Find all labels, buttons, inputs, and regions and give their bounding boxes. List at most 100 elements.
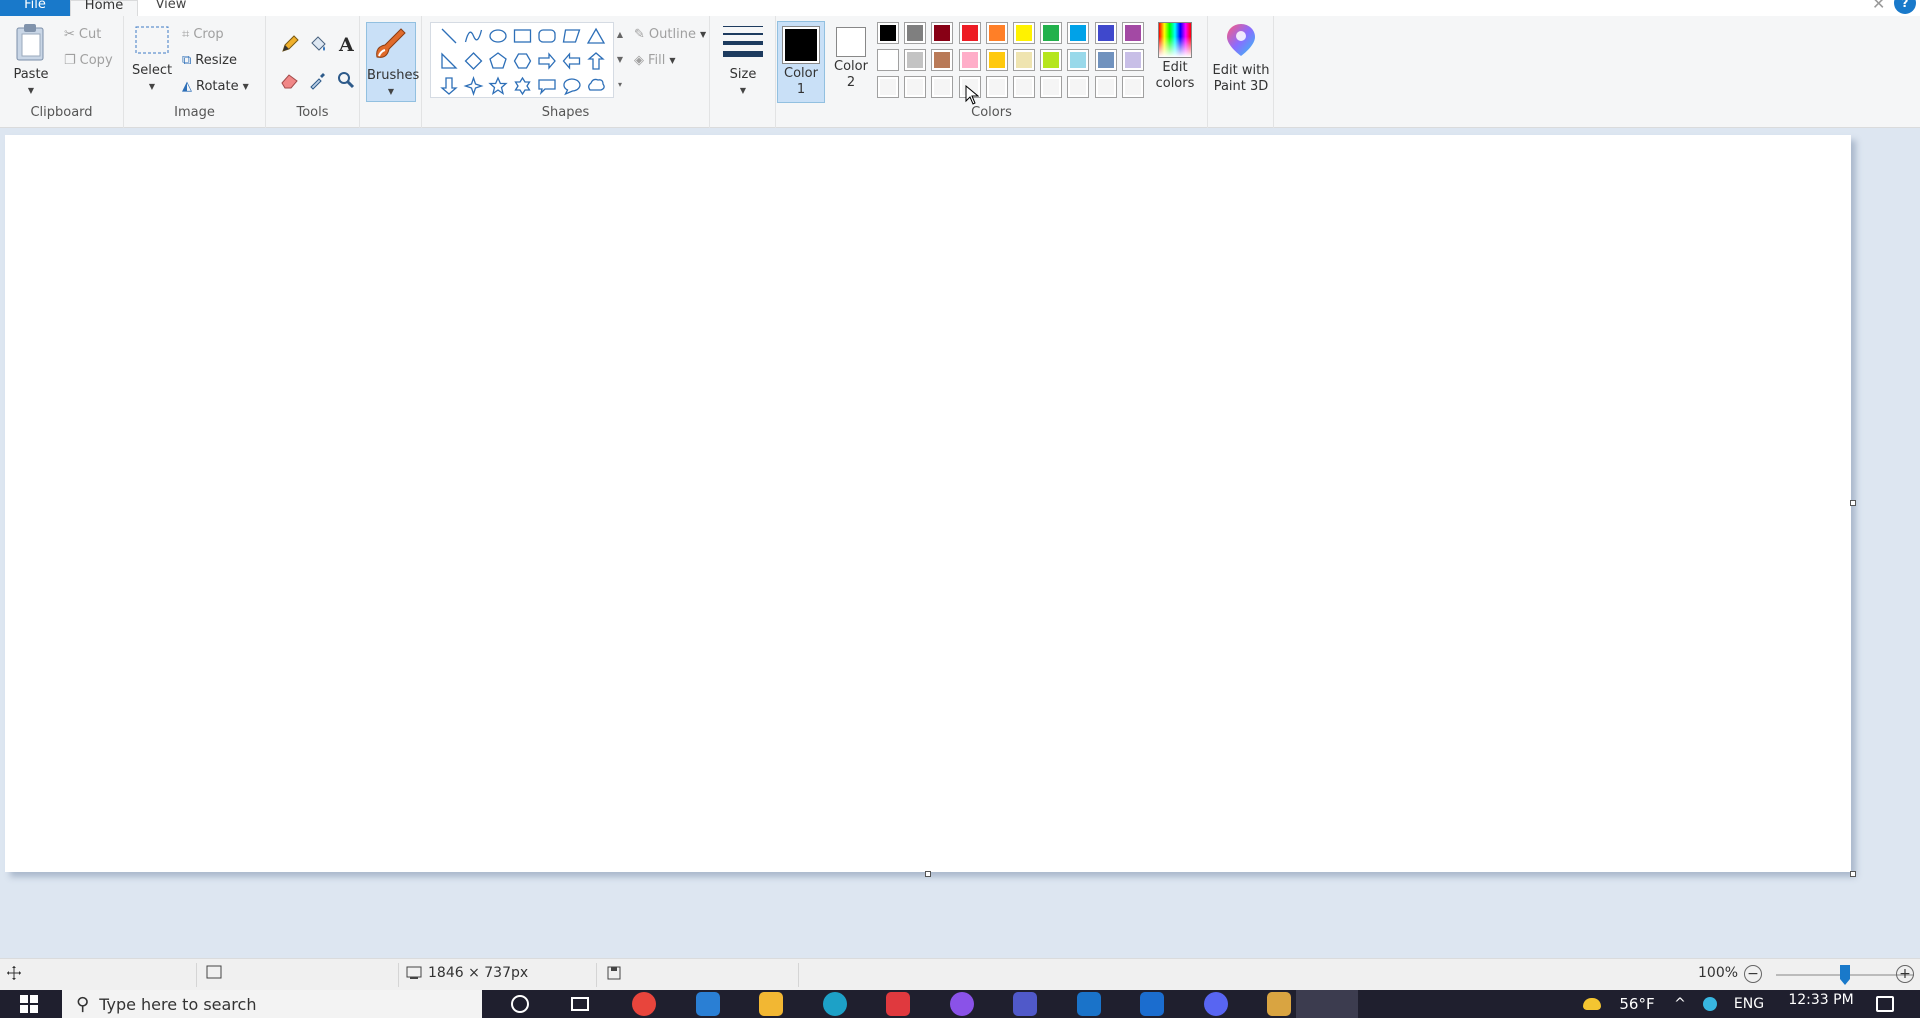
palette-swatch[interactable] (1013, 49, 1035, 71)
pentagon-shape-icon[interactable] (489, 52, 507, 69)
rectangle-shape-icon[interactable] (513, 29, 532, 43)
tray-app-icon[interactable] (1698, 990, 1722, 1018)
text-icon[interactable]: A (336, 34, 356, 54)
pencil-icon[interactable] (280, 34, 300, 54)
magnifier-icon[interactable] (336, 70, 356, 90)
paste-button[interactable]: Paste ▼ (8, 22, 54, 99)
language-indicator[interactable]: ENG (1726, 990, 1772, 1018)
palette-swatch[interactable] (1067, 76, 1090, 98)
resize-button[interactable]: ⧉ Resize (182, 50, 237, 70)
tab-view[interactable]: View (140, 0, 202, 16)
color-picker-icon[interactable] (308, 70, 328, 90)
palette-swatch[interactable] (985, 49, 1008, 71)
shapes-gallery-scroll[interactable]: ▲ ▼ ▾ (614, 22, 626, 98)
cortana-icon[interactable] (504, 990, 536, 1018)
six-point-star-shape-icon[interactable] (514, 76, 531, 96)
palette-swatch[interactable] (1094, 76, 1117, 98)
oval-callout-shape-icon[interactable] (563, 78, 581, 96)
store-icon[interactable] (1071, 990, 1107, 1018)
outline-button[interactable]: ✎ Outline ▼ (634, 24, 706, 44)
line-shape-icon[interactable] (441, 28, 457, 44)
left-arrow-shape-icon[interactable] (562, 52, 581, 70)
rounded-callout-shape-icon[interactable] (538, 79, 556, 96)
palette-swatch[interactable] (931, 49, 954, 71)
palette-swatch[interactable] (985, 22, 1008, 44)
canvas-resize-handle-bottom[interactable] (925, 871, 931, 877)
copy-button[interactable]: ❐ Copy (64, 50, 113, 70)
palette-swatch[interactable] (1013, 22, 1035, 44)
palette-swatch[interactable] (985, 76, 1008, 98)
crop-button[interactable]: ⌗ Crop (182, 24, 224, 44)
palette-swatch[interactable] (877, 76, 899, 98)
palette-swatch[interactable] (958, 49, 981, 71)
edge-icon[interactable] (817, 990, 853, 1018)
palette-swatch[interactable] (904, 49, 927, 71)
palette-swatch[interactable] (877, 22, 899, 44)
cloud-callout-shape-icon[interactable] (588, 78, 605, 91)
palette-swatch[interactable] (1094, 22, 1117, 44)
edit-with-paint3d-button[interactable]: Edit with Paint 3D (1212, 22, 1270, 95)
zoom-slider-thumb[interactable] (1840, 965, 1850, 985)
palette-swatch[interactable] (904, 76, 927, 98)
chrome-icon[interactable] (626, 990, 662, 1018)
mail-icon[interactable] (690, 990, 726, 1018)
palette-swatch[interactable] (904, 22, 927, 44)
taskbar-search-box[interactable]: ⚲ Type here to search (62, 990, 482, 1018)
zoom-out-button[interactable]: − (1744, 965, 1762, 983)
zoom-slider[interactable] (1776, 965, 1914, 985)
color2-button[interactable]: Color 2 (829, 21, 873, 91)
cut-button[interactable]: ✂ Cut (64, 24, 101, 44)
clock-time[interactable]: 12:33 PM (1776, 990, 1866, 1018)
hexagon-shape-icon[interactable] (513, 53, 532, 69)
palette-swatch[interactable] (1067, 22, 1090, 44)
tab-home[interactable]: Home (70, 0, 138, 16)
triangle-shape-icon[interactable] (586, 27, 606, 44)
eraser-icon[interactable] (280, 70, 300, 90)
palette-swatch[interactable] (1121, 76, 1144, 98)
file-explorer-icon[interactable] (753, 990, 789, 1018)
anydesk-icon[interactable] (880, 990, 916, 1018)
close-icon[interactable]: ✕ (1872, 0, 1885, 13)
zoom-in-button[interactable]: + (1896, 965, 1914, 983)
palette-swatch[interactable] (931, 76, 954, 98)
curve-shape-icon[interactable] (464, 29, 483, 43)
select-button[interactable]: Select ▼ (132, 24, 172, 95)
down-arrow-shape-icon[interactable] (440, 77, 458, 95)
messenger-icon[interactable] (944, 990, 980, 1018)
polygon-shape-icon[interactable] (562, 29, 581, 43)
teams-icon[interactable] (1007, 990, 1043, 1018)
up-arrow-shape-icon[interactable] (587, 52, 605, 70)
palette-swatch[interactable] (1040, 76, 1063, 98)
canvas-resize-handle-corner[interactable] (1850, 871, 1856, 877)
discord-icon[interactable] (1198, 990, 1234, 1018)
oval-shape-icon[interactable] (489, 29, 507, 43)
five-point-star-shape-icon[interactable] (488, 76, 508, 96)
palette-swatch[interactable] (1040, 49, 1063, 71)
paint-icon[interactable] (1261, 990, 1297, 1018)
right-arrow-shape-icon[interactable] (538, 52, 556, 70)
palette-swatch[interactable] (1094, 49, 1117, 71)
task-view-icon[interactable] (564, 990, 596, 1018)
palette-swatch[interactable] (877, 49, 899, 71)
palette-swatch[interactable] (1121, 22, 1144, 44)
brushes-button[interactable]: Brushes ▼ (366, 22, 419, 102)
palette-swatch[interactable] (1121, 49, 1144, 71)
help-icon[interactable]: ? (1894, 0, 1916, 14)
rotate-button[interactable]: ◭ Rotate ▼ (182, 76, 249, 96)
palette-swatch[interactable] (958, 22, 981, 44)
chevron-up-icon[interactable]: ^ (1668, 990, 1692, 1018)
palette-swatch[interactable] (1013, 76, 1035, 98)
palette-swatch[interactable] (931, 22, 954, 44)
palette-swatch[interactable] (1040, 22, 1063, 44)
tab-file[interactable]: File (0, 0, 70, 16)
fill-bucket-icon[interactable] (308, 34, 328, 54)
notification-icon[interactable] (1868, 990, 1902, 1018)
four-point-star-shape-icon[interactable] (463, 75, 484, 97)
windows-start-button[interactable] (14, 990, 44, 1018)
size-button[interactable]: Size ▼ (718, 22, 768, 99)
edit-colors-button[interactable]: Edit colors (1148, 22, 1202, 92)
drawing-canvas[interactable] (5, 135, 1851, 872)
right-triangle-shape-icon[interactable] (441, 52, 458, 69)
fill-button[interactable]: ◈ Fill ▼ (634, 50, 676, 70)
palette-swatch[interactable] (1067, 49, 1090, 71)
